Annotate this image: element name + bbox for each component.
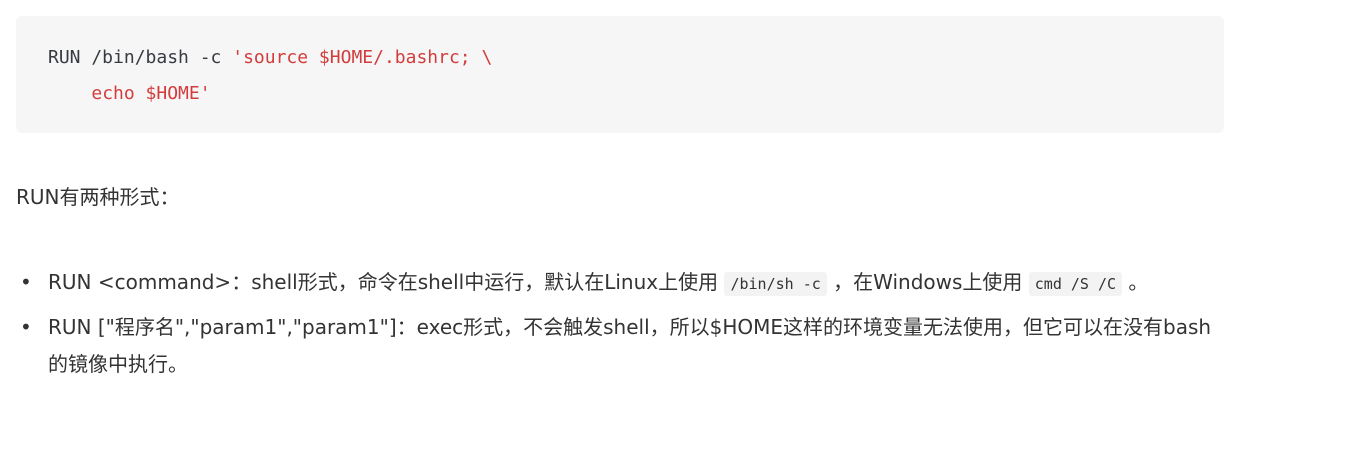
item-text: 。 <box>1122 270 1149 294</box>
forms-list: • RUN <command>：shell形式，命令在shell中运行，默认在L… <box>16 264 1216 389</box>
item-text: RUN <command>：shell形式，命令在shell中运行，默认在Lin… <box>48 270 725 294</box>
code-string: 'source $HOME/.bashrc; \ <box>232 47 493 68</box>
inline-code: cmd /S /C <box>1028 272 1123 296</box>
list-item-shell-form: • RUN <command>：shell形式，命令在shell中运行，默认在L… <box>16 264 1216 303</box>
bullet-icon: • <box>20 315 32 339</box>
code-plain: RUN /bin/bash -c <box>48 47 233 68</box>
list-item-exec-form: • RUN ["程序名","param1","param1"]：exec形式，不… <box>16 309 1216 383</box>
code-block: RUN /bin/bash -c 'source $HOME/.bashrc; … <box>16 16 1224 133</box>
item-text: RUN ["程序名","param1","param1"]：exec形式，不会触… <box>48 315 1212 376</box>
inline-code: /bin/sh -c <box>724 272 827 296</box>
code-line-2: echo $HOME' <box>48 76 1224 112</box>
code-string: echo $HOME' <box>91 83 211 104</box>
bullet-icon: • <box>20 270 32 294</box>
item-text: ，在Windows上使用 <box>826 270 1029 294</box>
intro-paragraph: RUN有两种形式： <box>16 185 180 209</box>
code-line-1: RUN /bin/bash -c 'source $HOME/.bashrc; … <box>48 40 1224 76</box>
